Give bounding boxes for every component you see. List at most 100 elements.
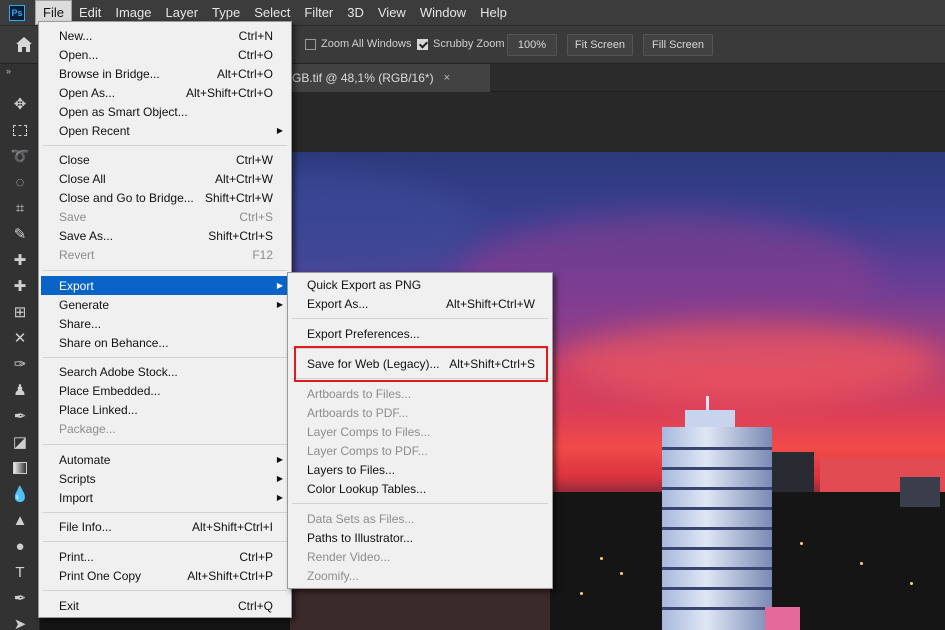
menu-separator	[292, 503, 548, 504]
marquee-tool-icon[interactable]	[9, 120, 31, 140]
menu-item-share-on-behance[interactable]: Share on Behance...	[41, 333, 289, 352]
fill-screen-button[interactable]: Fill Screen	[643, 34, 713, 56]
menu-3d[interactable]: 3D	[340, 1, 371, 24]
pink-building	[765, 607, 800, 630]
menu-item-place-embedded[interactable]: Place Embedded...	[41, 381, 289, 400]
move-tool-icon[interactable]: ✥	[9, 94, 31, 114]
menu-item-open[interactable]: Open... Ctrl+O	[41, 45, 289, 64]
submenu-arrow-icon: ▶	[276, 281, 283, 290]
zoom-all-windows-label: Zoom All Windows	[321, 38, 412, 50]
menu-item-layer-comps-to-pdf: Layer Comps to PDF...	[307, 443, 428, 458]
menu-item-open-as-smart-object[interactable]: Open as Smart Object...	[41, 102, 289, 121]
eyedropper-tool-icon[interactable]: ✎	[9, 224, 31, 244]
quick-selection-tool-icon[interactable]: ◌	[9, 172, 31, 192]
document-tab[interactable]: GB.tif @ 48,1% (RGB/16*) ×	[290, 64, 490, 92]
building	[900, 477, 940, 507]
spot-healing-tool-icon[interactable]: ✚	[9, 276, 31, 296]
lasso-tool-icon[interactable]: ➰	[9, 146, 31, 166]
menu-item-search-adobe-stock[interactable]: Search Adobe Stock...	[41, 362, 289, 381]
menu-item-data-sets-as-files: Data Sets as Files...	[307, 511, 415, 526]
building	[768, 452, 814, 492]
content-aware-move-tool-icon[interactable]: ✕	[9, 328, 31, 348]
menu-window[interactable]: Window	[413, 1, 473, 24]
menu-separator	[43, 590, 287, 591]
eraser-tool-icon[interactable]: ◪	[9, 432, 31, 452]
panel-collapse-icon[interactable]: »	[6, 66, 11, 76]
menu-item-scripts[interactable]: Scripts ▶	[41, 469, 289, 488]
submenu-arrow-icon: ▶	[276, 455, 283, 464]
menu-item-open-as[interactable]: Open As... Alt+Shift+Ctrl+O	[41, 83, 289, 102]
brush-tool-icon[interactable]: ✑	[9, 354, 31, 374]
menu-item-new[interactable]: New... Ctrl+N	[41, 26, 289, 45]
photoshop-logo-icon[interactable]: Ps	[9, 4, 25, 21]
menu-item-automate[interactable]: Automate ▶	[41, 450, 289, 469]
menu-item-close-and-go-to-bridge[interactable]: Close and Go to Bridge... Shift+Ctrl+W	[41, 188, 289, 207]
highrise-tower	[662, 427, 772, 630]
menu-separator	[292, 318, 548, 319]
document-tab-title: GB.tif @ 48,1% (RGB/16*)	[292, 71, 434, 85]
close-tab-icon[interactable]: ×	[444, 72, 450, 84]
export-submenu: Quick Export as PNG Export As... Alt+Shif…	[287, 272, 553, 589]
menu-item-save-as[interactable]: Save As... Shift+Ctrl+S	[41, 226, 289, 245]
menu-item-browse-in-bridge[interactable]: Browse in Bridge... Alt+Ctrl+O	[41, 64, 289, 83]
menu-separator	[43, 270, 287, 271]
menu-view[interactable]: View	[371, 1, 413, 24]
menu-item-quick-export-png[interactable]: Quick Export as PNG	[290, 275, 550, 294]
menu-item-layers-to-files[interactable]: Layers to Files...	[290, 460, 550, 479]
dodge-tool-icon[interactable]: ●	[9, 536, 31, 556]
menu-item-place-linked[interactable]: Place Linked...	[41, 400, 289, 419]
menu-separator	[43, 145, 287, 146]
healing-brush-tool-icon[interactable]: ✚	[9, 250, 31, 270]
menu-item-render-video: Render Video...	[307, 549, 391, 564]
menu-item-paths-to-illustrator[interactable]: Paths to Illustrator...	[290, 528, 550, 547]
submenu-arrow-icon: ▶	[276, 493, 283, 502]
building	[290, 582, 550, 630]
menu-filter[interactable]: Filter	[297, 1, 340, 24]
patch-tool-icon[interactable]: ⊞	[9, 302, 31, 322]
fit-screen-button[interactable]: Fit Screen	[567, 34, 633, 56]
menu-item-zoomify: Zoomify...	[307, 568, 359, 583]
menu-item-import[interactable]: Import ▶	[41, 488, 289, 507]
menu-separator	[43, 541, 287, 542]
menu-item-package: Package...	[59, 421, 116, 436]
scrubby-zoom-checkbox[interactable]: Scrubby Zoom	[417, 38, 505, 50]
menu-item-close-all[interactable]: Close All Alt+Ctrl+W	[41, 169, 289, 188]
sharpen-tool-icon[interactable]: ▲	[9, 510, 31, 530]
type-tool-icon[interactable]: T	[9, 562, 31, 582]
menu-item-share[interactable]: Share...	[41, 314, 289, 333]
menu-item-export-as[interactable]: Export As... Alt+Shift+Ctrl+W	[290, 294, 550, 313]
menu-item-artboards-to-pdf: Artboards to PDF...	[307, 405, 409, 420]
blur-tool-icon[interactable]: 💧	[9, 484, 31, 504]
menu-item-color-lookup-tables[interactable]: Color Lookup Tables...	[290, 479, 550, 498]
submenu-arrow-icon: ▶	[276, 300, 283, 309]
menu-item-close[interactable]: Close Ctrl+W	[41, 150, 289, 169]
menu-item-artboards-to-files: Artboards to Files...	[307, 386, 412, 401]
menu-item-revert: Revert F12	[59, 247, 273, 262]
tools-panel: » ✥ ➰ ◌ ⌗ ✎ ✚ ✚ ⊞ ✕ ✑ ♟ ✒ ◪ 💧 ▲ ● T ✒ ➤	[0, 64, 40, 630]
menu-separator	[43, 444, 287, 445]
menu-item-open-recent[interactable]: Open Recent ▶	[41, 121, 289, 140]
zoom-all-windows-checkbox[interactable]: Zoom All Windows	[305, 38, 411, 50]
menu-separator	[43, 357, 287, 358]
highlight-annotation-box	[294, 346, 548, 382]
clone-stamp-tool-icon[interactable]: ♟	[9, 380, 31, 400]
submenu-arrow-icon: ▶	[276, 126, 283, 135]
crop-tool-icon[interactable]: ⌗	[9, 198, 31, 218]
menu-item-file-info[interactable]: File Info... Alt+Shift+Ctrl+I	[41, 517, 289, 536]
checkbox-box	[305, 38, 316, 50]
history-brush-tool-icon[interactable]: ✒	[9, 406, 31, 426]
checkbox-box-checked	[417, 38, 428, 50]
menu-item-exit[interactable]: Exit Ctrl+Q	[41, 596, 289, 615]
menu-item-generate[interactable]: Generate ▶	[41, 295, 289, 314]
menu-item-export[interactable]: Export ▶	[41, 276, 289, 295]
submenu-arrow-icon: ▶	[276, 474, 283, 483]
menu-item-print[interactable]: Print... Ctrl+P	[41, 547, 289, 566]
menu-help[interactable]: Help	[473, 1, 514, 24]
menu-item-print-one-copy[interactable]: Print One Copy Alt+Shift+Ctrl+P	[41, 566, 289, 585]
zoom-100-button[interactable]: 100%	[507, 34, 557, 56]
home-icon[interactable]	[14, 35, 34, 55]
path-selection-tool-icon[interactable]: ➤	[9, 614, 31, 630]
pen-tool-icon[interactable]: ✒	[9, 588, 31, 608]
menu-item-export-preferences[interactable]: Export Preferences...	[290, 324, 550, 343]
gradient-tool-icon[interactable]	[9, 458, 31, 478]
